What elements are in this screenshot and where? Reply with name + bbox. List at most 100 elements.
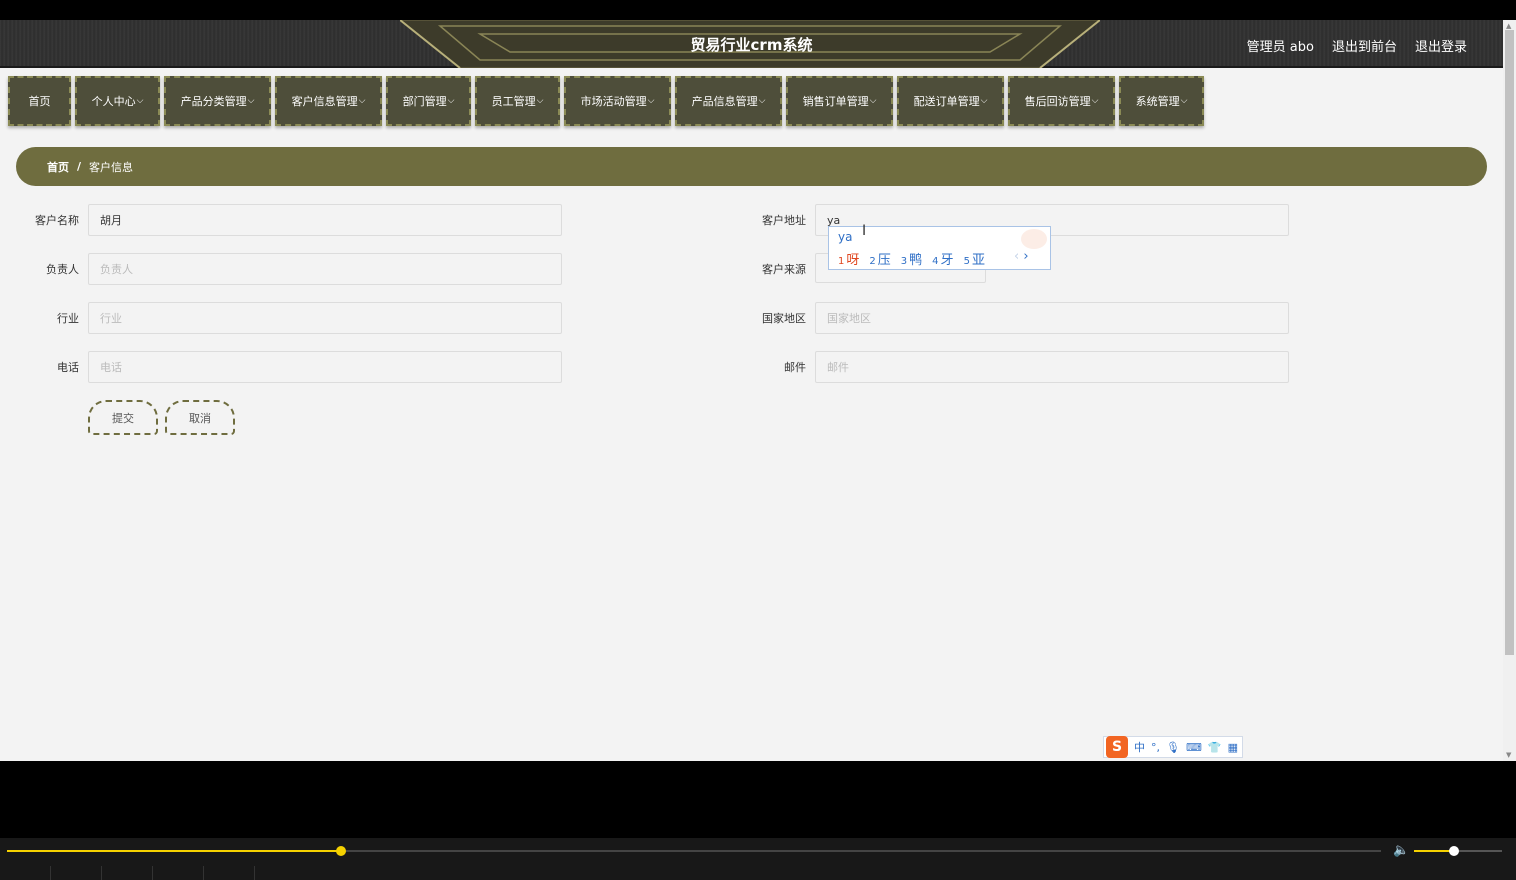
volume-knob[interactable] <box>1448 846 1459 856</box>
email-label: 邮件 <box>784 361 806 374</box>
ime-candidate-char: 亚 <box>971 253 985 268</box>
keyboard-icon[interactable]: ⌨ <box>1186 741 1202 754</box>
nav-item[interactable]: 产品分类管理 ⌵ <box>164 76 271 126</box>
ime-candidate-char: 鸭 <box>909 253 923 268</box>
ime-candidate[interactable]: 4牙 <box>932 249 953 268</box>
microphone-icon[interactable]: 🎙 <box>1166 741 1180 754</box>
top-black-bar <box>0 0 1516 20</box>
ime-mode-toggle[interactable]: 中 <box>1134 739 1145 755</box>
chevron-down-icon: ⌵ <box>1180 96 1188 106</box>
nav-item-label: 售后回访管理 <box>1024 95 1091 108</box>
nav-item-label: 部门管理 <box>402 95 447 108</box>
ime-candidate[interactable]: 1呀 <box>838 249 859 268</box>
breadcrumb: 首页 / 客户信息 <box>16 147 1487 186</box>
nav-item[interactable]: 配送订单管理 ⌵ <box>897 76 1004 126</box>
industry-label: 行业 <box>57 312 79 325</box>
nav-item[interactable]: 个人中心 ⌵ <box>75 76 160 126</box>
ime-candidate-char: 呀 <box>846 253 860 268</box>
nav-item[interactable]: 市场活动管理 ⌵ <box>564 76 671 126</box>
grid-icon[interactable]: ▦ <box>1228 741 1238 754</box>
breadcrumb-home[interactable]: 首页 <box>47 159 69 175</box>
ime-candidate-number: 2 <box>869 256 876 267</box>
chevron-down-icon: ⌵ <box>980 96 988 106</box>
owner-label: 负责人 <box>46 263 79 276</box>
player-tab[interactable] <box>102 866 153 880</box>
sogou-watermark-icon <box>1021 229 1047 249</box>
chevron-down-icon: ⌵ <box>536 96 544 106</box>
nav-item-label: 个人中心 <box>91 95 136 108</box>
chevron-down-icon: ⌵ <box>447 96 455 106</box>
nav-item[interactable]: 售后回访管理 ⌵ <box>1008 76 1115 126</box>
player-tab[interactable] <box>153 866 204 880</box>
nav-item-label: 市场活动管理 <box>580 95 647 108</box>
ime-candidate-number: 5 <box>963 256 970 267</box>
progress-fill <box>7 850 341 852</box>
breadcrumb-separator: / <box>77 160 82 173</box>
industry-input[interactable] <box>88 302 562 334</box>
sogou-logo-icon[interactable]: S <box>1106 736 1128 758</box>
nav-item-label: 配送订单管理 <box>913 95 980 108</box>
nav-item[interactable]: 系统管理 ⌵ <box>1119 76 1204 126</box>
region-input[interactable] <box>815 302 1289 334</box>
nav-item-label: 员工管理 <box>491 95 536 108</box>
phone-input[interactable] <box>88 351 562 383</box>
nav-item-label: 客户信息管理 <box>291 95 358 108</box>
chevron-down-icon: ⌵ <box>1091 96 1099 106</box>
ime-prev-icon[interactable]: ‹ <box>1014 249 1019 264</box>
volume-icon[interactable]: 🔈 <box>1393 843 1409 858</box>
skin-icon[interactable]: 👕 <box>1208 741 1222 754</box>
ime-candidate[interactable]: 3鸭 <box>901 249 922 268</box>
chevron-down-icon: ⌵ <box>136 96 144 106</box>
exit-to-front-link[interactable]: 退出到前台 <box>1332 36 1397 55</box>
browser-viewport: 贸易行业crm系统 管理员 abo 退出到前台 退出登录 首页 个人中心 ⌵ 产品分类… <box>0 20 1516 761</box>
volume-track[interactable] <box>1414 846 1502 856</box>
player-tab[interactable] <box>0 866 51 880</box>
scroll-down-icon[interactable]: ▼ <box>1506 751 1511 759</box>
ime-pinyin-text: ya <box>838 230 853 244</box>
player-tab[interactable] <box>204 866 255 880</box>
ime-candidate[interactable]: 2压 <box>869 249 890 268</box>
player-tab[interactable] <box>51 866 102 880</box>
nav-item[interactable]: 员工管理 ⌵ <box>475 76 560 126</box>
nav-item[interactable]: 部门管理 ⌵ <box>386 76 471 126</box>
scroll-up-icon[interactable]: ▲ <box>1506 22 1511 30</box>
ime-toolbar: S 中 °, 🎙 ⌨ 👕 ▦ <box>1103 736 1243 758</box>
ime-candidate-number: 1 <box>838 256 845 267</box>
nav-item[interactable]: 客户信息管理 ⌵ <box>275 76 382 126</box>
user-area: 管理员 abo 退出到前台 退出登录 <box>1247 36 1467 55</box>
progress-track[interactable] <box>7 846 1381 856</box>
player-tab-strip <box>0 866 255 880</box>
nav-item-label: 产品分类管理 <box>180 95 247 108</box>
ime-page-nav: ‹ › <box>1014 249 1029 264</box>
ime-next-icon[interactable]: › <box>1023 249 1028 264</box>
customer-name-label: 客户名称 <box>35 214 79 227</box>
ime-candidate-char: 压 <box>877 253 891 268</box>
customer-name-input[interactable] <box>88 204 562 236</box>
submit-button[interactable]: 提交 <box>88 400 158 435</box>
nav-item-label: 系统管理 <box>1135 95 1180 108</box>
ime-candidate[interactable]: 5亚 <box>964 249 985 268</box>
progress-knob[interactable] <box>335 846 346 856</box>
nav-item[interactable]: 首页 <box>8 76 71 126</box>
admin-user-link[interactable]: 管理员 abo <box>1247 36 1314 55</box>
email-input[interactable] <box>815 351 1289 383</box>
cancel-button[interactable]: 取消 <box>165 400 235 435</box>
vertical-scrollbar[interactable]: ▲ ▼ <box>1503 20 1516 761</box>
site-header: 贸易行业crm系统 管理员 abo 退出到前台 退出登录 <box>0 20 1503 68</box>
volume-fill <box>1414 850 1454 852</box>
chevron-down-icon: ⌵ <box>647 96 655 106</box>
chevron-down-icon: ⌵ <box>358 96 366 106</box>
logout-link[interactable]: 退出登录 <box>1415 36 1467 55</box>
owner-input[interactable] <box>88 253 562 285</box>
ime-punct-toggle[interactable]: °, <box>1151 741 1160 754</box>
chevron-down-icon: ⌵ <box>869 96 877 106</box>
chevron-down-icon: ⌵ <box>758 96 766 106</box>
main-nav: 首页 个人中心 ⌵ 产品分类管理 ⌵ 客户信息管理 ⌵ 部门管理 ⌵ 员工管理 ⌵ 市场活动管理 ⌵ 产品… <box>8 76 1204 126</box>
nav-item[interactable]: 销售订单管理 ⌵ <box>786 76 893 126</box>
scroll-thumb[interactable] <box>1505 30 1514 655</box>
source-label: 客户来源 <box>762 263 806 276</box>
video-player-bar: 🔈 <box>0 838 1516 880</box>
nav-item[interactable]: 产品信息管理 ⌵ <box>675 76 782 126</box>
ime-candidate-char: 牙 <box>940 253 954 268</box>
nav-item-label: 销售订单管理 <box>802 95 869 108</box>
